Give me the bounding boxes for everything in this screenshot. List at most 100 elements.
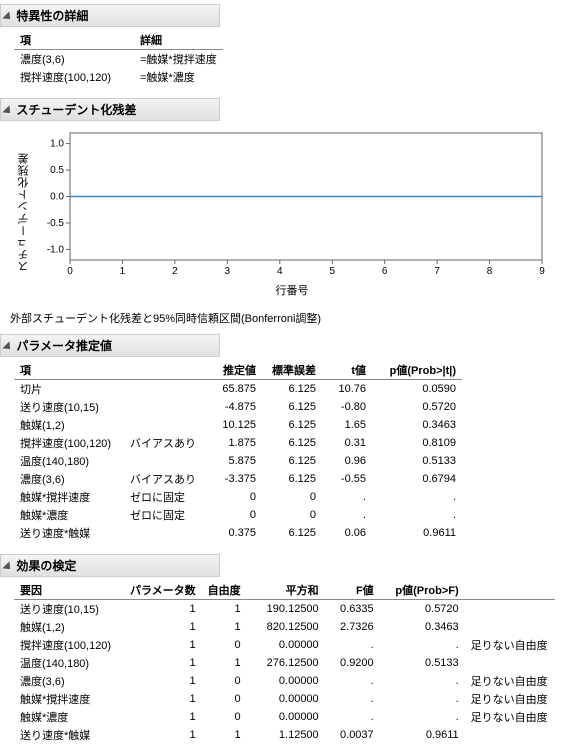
effect-table: 要因 パラメータ数 自由度 平方和 F値 p値(Prob>F) 送り速度(10,…: [14, 581, 555, 744]
svg-text:6: 6: [382, 266, 388, 277]
table-row: 撹拌速度(100,120)=触媒*濃度: [14, 68, 223, 86]
cell-item: 触媒*撹拌速度: [14, 488, 124, 506]
cell-nparm: 1: [124, 690, 202, 708]
svg-text:3: 3: [225, 266, 231, 277]
cell-factor: 触媒*濃度: [14, 708, 124, 726]
cell-p: 0.5133: [372, 452, 462, 470]
cell-nparm: 1: [124, 636, 202, 654]
cell-f: .: [325, 708, 380, 726]
cell-p: 0.0590: [372, 380, 462, 399]
section-header-singularity[interactable]: 特異性の詳細: [0, 4, 220, 27]
cell-f: 2.7326: [325, 618, 380, 636]
svg-text:-0.5: -0.5: [47, 218, 65, 229]
svg-text:7: 7: [434, 266, 440, 277]
cell-se: 0: [262, 488, 322, 506]
svg-text:2: 2: [172, 266, 178, 277]
svg-text:-1.0: -1.0: [47, 244, 65, 255]
chart-ylabel: スチューデント化残差: [14, 152, 32, 272]
cell-ss: 0.00000: [247, 672, 325, 690]
col-bias: [124, 361, 202, 380]
col-t: t値: [322, 361, 372, 380]
cell-ss: 0.00000: [247, 636, 325, 654]
disclosure-icon: [2, 561, 13, 572]
cell-df: 1: [202, 600, 247, 619]
cell-ss: 1.12500: [247, 726, 325, 744]
cell-p: .: [380, 708, 465, 726]
cell-bias: バイアスあり: [124, 434, 202, 452]
section-header-resid[interactable]: スチューデント化残差: [0, 98, 220, 121]
table-row: 濃度(3,6)=触媒*撹拌速度: [14, 50, 223, 69]
table-row: 撹拌速度(100,120)バイアスあり1.8756.1250.310.8109: [14, 434, 462, 452]
cell-df: 1: [202, 726, 247, 744]
table-row: 触媒*撹拌速度ゼロに固定00..: [14, 488, 462, 506]
cell-f: 0.9200: [325, 654, 380, 672]
cell-f: 0.6335: [325, 600, 380, 619]
cell-detail: =触媒*撹拌速度: [134, 50, 223, 69]
table-row: 送り速度(10,15)11190.125000.63350.5720: [14, 600, 555, 619]
table-row: 濃度(3,6)100.00000..足りない自由度: [14, 672, 555, 690]
cell-nparm: 1: [124, 600, 202, 619]
cell-lostdf: 足りない自由度: [465, 690, 555, 708]
section-title: 特異性の詳細: [16, 9, 88, 23]
cell-nparm: 1: [124, 708, 202, 726]
cell-item: 撹拌速度(100,120): [14, 68, 134, 86]
disclosure-icon: [2, 341, 13, 352]
cell-p: 0.8109: [372, 434, 462, 452]
section-title: 効果の検定: [16, 559, 76, 573]
cell-lostdf: [465, 654, 555, 672]
cell-se: 6.125: [262, 380, 322, 399]
param-estimates: 項 推定値 標準誤差 t値 p値(Prob>|t|) 切片65.8756.125…: [0, 357, 587, 550]
section-title: パラメータ推定値: [16, 339, 112, 353]
col-ss: 平方和: [247, 581, 325, 600]
cell-t: -0.80: [322, 398, 372, 416]
col-se: 標準誤差: [262, 361, 322, 380]
cell-ss: 190.12500: [247, 600, 325, 619]
cell-item: 触媒*濃度: [14, 506, 124, 524]
residual-plot-area: スチューデント化残差 -1.0-0.50.00.51.00123456789 行…: [0, 121, 587, 306]
cell-bias: ゼロに固定: [124, 506, 202, 524]
svg-text:4: 4: [277, 266, 283, 277]
cell-factor: 触媒*撹拌速度: [14, 690, 124, 708]
cell-ss: 820.12500: [247, 618, 325, 636]
cell-factor: 濃度(3,6): [14, 672, 124, 690]
singularity-details: 項 詳細 濃度(3,6)=触媒*撹拌速度撹拌速度(100,120)=触媒*濃度: [0, 27, 587, 94]
effect-tests: 要因 パラメータ数 自由度 平方和 F値 p値(Prob>F) 送り速度(10,…: [0, 577, 587, 752]
cell-df: 0: [202, 690, 247, 708]
cell-bias: [124, 380, 202, 399]
cell-p: 0.9611: [380, 726, 465, 744]
cell-t: .: [322, 506, 372, 524]
svg-text:9: 9: [539, 266, 545, 277]
cell-p: 0.5720: [372, 398, 462, 416]
cell-t: 1.65: [322, 416, 372, 434]
cell-se: 0: [262, 506, 322, 524]
singularity-table: 項 詳細 濃度(3,6)=触媒*撹拌速度撹拌速度(100,120)=触媒*濃度: [14, 31, 223, 86]
cell-p: .: [380, 690, 465, 708]
cell-est: -3.375: [202, 470, 262, 488]
table-row: 触媒*撹拌速度100.00000..足りない自由度: [14, 690, 555, 708]
col-est: 推定値: [202, 361, 262, 380]
cell-p: 0.5720: [380, 600, 465, 619]
col-df: 自由度: [202, 581, 247, 600]
col-nparm: パラメータ数: [124, 581, 202, 600]
cell-bias: [124, 416, 202, 434]
section-title: スチューデント化残差: [16, 103, 136, 117]
svg-text:0.5: 0.5: [50, 165, 64, 176]
cell-f: .: [325, 690, 380, 708]
cell-lostdf: [465, 726, 555, 744]
cell-df: 0: [202, 708, 247, 726]
residual-note: 外部スチューデント化残差と95%同時信頼区間(Bonferroni調整): [0, 306, 587, 330]
cell-f: .: [325, 636, 380, 654]
section-header-params[interactable]: パラメータ推定値: [0, 334, 220, 357]
cell-lostdf: [465, 618, 555, 636]
cell-p: 0.5133: [380, 654, 465, 672]
section-header-effects[interactable]: 効果の検定: [0, 554, 220, 577]
cell-p: 0.6794: [372, 470, 462, 488]
table-row: 送り速度(10,15)-4.8756.125-0.800.5720: [14, 398, 462, 416]
cell-nparm: 1: [124, 654, 202, 672]
cell-p: .: [380, 636, 465, 654]
svg-text:1.0: 1.0: [50, 139, 64, 150]
cell-factor: 送り速度(10,15): [14, 600, 124, 619]
cell-df: 0: [202, 636, 247, 654]
cell-p: .: [372, 488, 462, 506]
chart-xlabel: 行番号: [32, 282, 552, 298]
